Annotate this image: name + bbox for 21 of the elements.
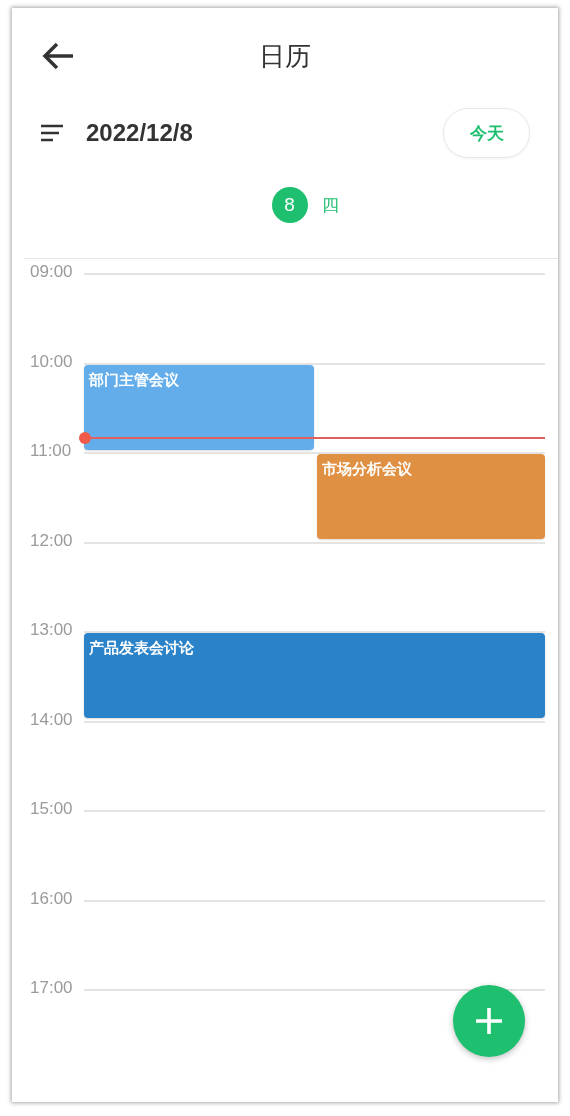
- hour-label: 11:00: [30, 441, 72, 461]
- today-button[interactable]: 今天: [443, 108, 530, 158]
- back-arrow-icon: [41, 41, 75, 71]
- menu-icon[interactable]: [40, 123, 64, 143]
- hour-label: 13:00: [30, 620, 73, 640]
- day-number[interactable]: 8: [271, 187, 308, 223]
- calendar-event[interactable]: 部门主管会议: [84, 364, 314, 450]
- weekday-label: 四: [321, 194, 339, 217]
- hour-label: 15:00: [30, 799, 73, 819]
- hour-label: 14:00: [30, 709, 73, 730]
- hour-label: 10:00: [30, 351, 73, 372]
- hour-label: 17:00: [30, 978, 73, 998]
- plus-icon: [474, 1006, 504, 1036]
- page-title: 日历: [258, 39, 312, 73]
- current-date: 2022/12/8: [86, 119, 194, 147]
- hour-label: 09:00: [30, 262, 73, 282]
- calendar-event[interactable]: 市场分析会议: [317, 454, 545, 539]
- calendar-event[interactable]: 产品发表会讨论: [84, 633, 545, 718]
- hour-label: 12:00: [30, 530, 73, 551]
- current-time-dot: [79, 431, 91, 444]
- hour-label: 16:00: [30, 888, 73, 909]
